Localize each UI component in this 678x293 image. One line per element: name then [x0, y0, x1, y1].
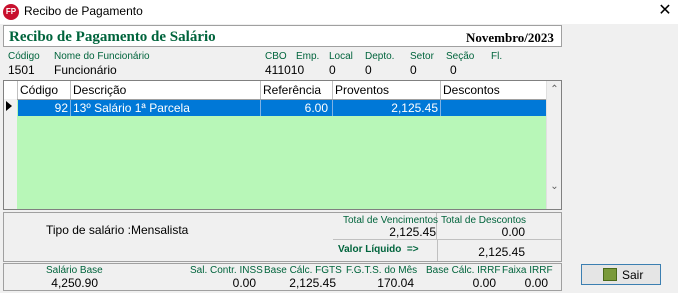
cell-proventos: 2,125.45	[391, 101, 438, 115]
app-logo-icon: FP	[3, 4, 19, 20]
fgts-mes-label: F.G.T.S. do Mês	[346, 265, 418, 276]
current-row-indicator-icon	[6, 101, 12, 111]
tipo-salario-label: Tipo de salário :	[46, 223, 131, 237]
base-irrf-value: 0.00	[472, 276, 496, 290]
base-irrf-label: Base Cálc. IRRF	[426, 265, 501, 276]
faixa-irrf-label: Faixa IRRF	[502, 265, 553, 276]
payroll-items-grid[interactable]: Código Descrição Referência Proventos De…	[3, 80, 562, 210]
valor-liquido-value: 2,125.45	[478, 245, 525, 259]
total-vencimentos-value: 2,125.45	[389, 225, 436, 239]
window-title: Recibo de Pagamento	[24, 4, 143, 18]
col-proventos[interactable]: Proventos	[335, 83, 389, 97]
salario-base-value: 4,250.90	[51, 276, 98, 290]
secao-label: Seção	[446, 51, 475, 62]
setor-label: Setor	[410, 51, 434, 62]
sair-button[interactable]: Sair	[581, 264, 661, 285]
close-icon[interactable]: ✕	[655, 1, 675, 21]
secao-value: 0	[450, 63, 457, 77]
cell-codigo: 92	[54, 101, 68, 115]
page-title: Recibo de Pagamento de Salário	[9, 29, 216, 45]
base-fgts-label: Base Cálc. FGTS	[264, 265, 342, 276]
nome-label: Nome do Funcionário	[54, 51, 150, 62]
col-codigo[interactable]: Código	[20, 83, 58, 97]
setor-value: 0	[410, 63, 417, 77]
col-descontos[interactable]: Descontos	[443, 83, 500, 97]
codigo-label: Código	[8, 51, 40, 62]
local-value: 0	[329, 63, 336, 77]
sal-inss-label: Sal. Contr. INSS	[190, 265, 263, 276]
salario-base-label: Salário Base	[46, 265, 103, 276]
row-indicator-column	[4, 99, 17, 209]
scroll-up-icon[interactable]: ⌃	[547, 82, 561, 97]
col-referencia[interactable]: Referência	[263, 83, 321, 97]
faixa-irrf-value: 0.00	[524, 276, 548, 290]
codigo-value: 1501	[8, 63, 35, 77]
valor-liquido-label: Valor Líquido =>	[338, 244, 419, 255]
col-descricao[interactable]: Descrição	[73, 83, 126, 97]
emp-label: Emp.	[296, 51, 320, 62]
tipo-salario-value: Mensalista	[131, 223, 189, 237]
period-label: Novembro/2023	[466, 30, 554, 45]
cell-referencia: 6.00	[304, 101, 328, 115]
sal-inss-value: 0.00	[232, 276, 256, 290]
total-descontos-value: 0.00	[501, 225, 525, 239]
depto-value: 0	[365, 63, 372, 77]
base-fgts-value: 2,125.45	[289, 276, 336, 290]
fgts-mes-value: 170.04	[377, 276, 414, 290]
vertical-scrollbar[interactable]: ⌃ ⌄	[546, 81, 561, 209]
table-row[interactable]: 92 13º Salário 1ª Parcela 6.00 2,125.45	[18, 100, 546, 116]
nome-value: Funcionário	[54, 63, 117, 77]
grid-header: Código Descrição Referência Proventos De…	[4, 81, 546, 100]
cell-descricao: 13º Salário 1ª Parcela	[73, 101, 190, 115]
exit-door-icon	[603, 268, 617, 281]
cbo-value: 411010	[265, 63, 305, 77]
depto-label: Depto.	[365, 51, 395, 62]
scroll-down-icon[interactable]: ⌄	[547, 179, 561, 194]
fl-label: Fl.	[491, 51, 503, 62]
local-label: Local	[329, 51, 353, 62]
cbo-label: CBO	[265, 51, 287, 62]
sair-button-label: Sair	[622, 268, 644, 282]
